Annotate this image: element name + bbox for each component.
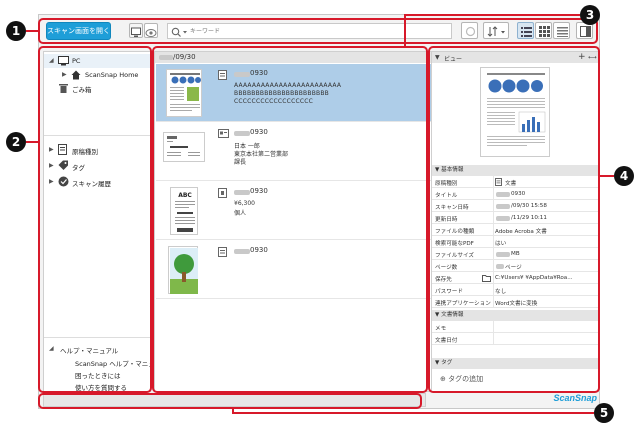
callout-frame-list <box>152 46 428 393</box>
callout-frame-status <box>38 393 422 409</box>
callout-line <box>404 14 580 16</box>
callout-line <box>404 14 406 46</box>
callout-frame-toolbar <box>38 18 598 44</box>
callout-frame-sidebar <box>38 46 152 393</box>
callout-3: 3 <box>580 5 600 25</box>
callout-2: 2 <box>6 132 26 152</box>
brand-logo: ScanSnap <box>553 393 597 403</box>
callout-line <box>600 175 614 177</box>
callout-5: 5 <box>594 403 614 423</box>
callout-line <box>26 141 39 143</box>
callout-frame-preview <box>428 46 600 393</box>
callout-line <box>232 412 594 414</box>
callout-1: 1 <box>6 21 26 41</box>
callout-4: 4 <box>614 166 634 186</box>
callout-line <box>26 30 39 32</box>
